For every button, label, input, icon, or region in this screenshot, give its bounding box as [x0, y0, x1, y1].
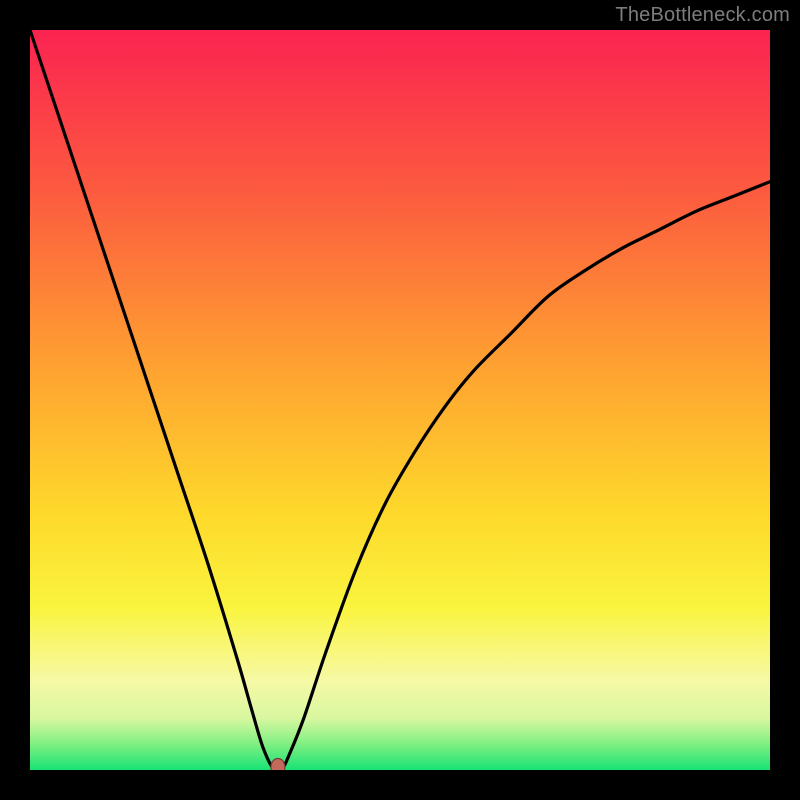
chart-frame: TheBottleneck.com: [0, 0, 800, 800]
watermark-text: TheBottleneck.com: [615, 4, 790, 27]
plot-area: [30, 30, 770, 770]
bottleneck-curve: [30, 30, 770, 770]
minimum-marker: [271, 759, 285, 771]
line-chart: [30, 30, 770, 770]
